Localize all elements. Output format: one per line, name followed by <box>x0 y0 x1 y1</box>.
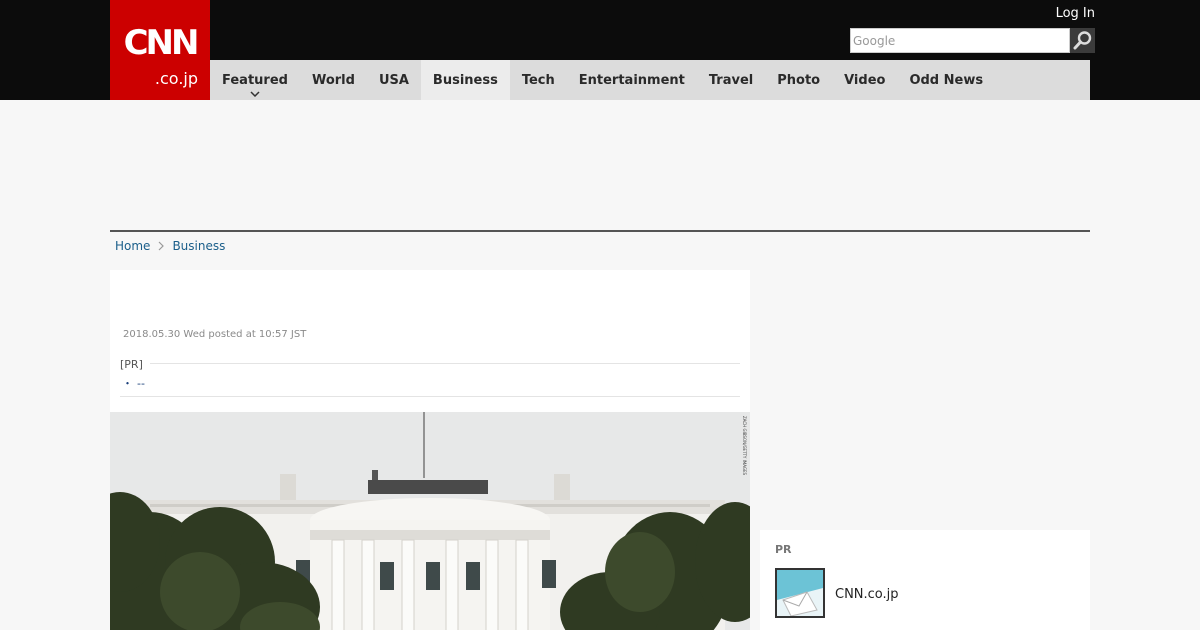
search-icon <box>1073 31 1092 50</box>
nav-item-odd-news[interactable]: Odd News <box>897 60 995 100</box>
nav-item-label: USA <box>378 72 409 88</box>
top-bar: CNN .co.jp Log In Featured World USA Bus… <box>0 0 1200 100</box>
photo-credit: ZACH GIBSON/GETTY IMAGES <box>742 416 747 476</box>
nav-item-world[interactable]: World <box>300 60 367 100</box>
nav-item-label: Featured <box>222 72 288 88</box>
nav-item-label: World <box>311 72 355 88</box>
chevron-right-icon <box>159 241 165 251</box>
pr-label: [PR] <box>120 358 143 371</box>
pr-item-name[interactable]: CNN.co.jp <box>835 587 899 602</box>
nav-item-usa[interactable]: USA <box>367 60 421 100</box>
login-link[interactable]: Log In <box>1056 6 1095 21</box>
sidebar-pr-title: PR <box>775 543 792 556</box>
nav-item-entertainment[interactable]: Entertainment <box>567 60 697 100</box>
section-divider <box>110 230 1090 232</box>
divider <box>150 363 740 364</box>
nav-item-business[interactable]: Business <box>420 60 510 100</box>
breadcrumb: Home Business <box>115 238 225 254</box>
nav-item-photo[interactable]: Photo <box>765 60 832 100</box>
chevron-down-icon <box>250 91 260 97</box>
nav-item-featured[interactable]: Featured <box>210 60 300 100</box>
nav-item-label: Tech <box>521 72 555 88</box>
nav-item-label: Odd News <box>909 72 984 88</box>
pr-link[interactable]: -- <box>137 377 145 390</box>
search-button[interactable] <box>1070 28 1095 53</box>
nav-item-video[interactable]: Video <box>832 60 897 100</box>
sidebar-pr-box: PR CNN.co.jp <box>760 530 1090 630</box>
ad-space <box>110 100 1090 230</box>
nav-item-tech[interactable]: Tech <box>510 60 567 100</box>
nav-item-label: Business <box>432 72 498 88</box>
main-nav: Featured World USA Business Tech Enterta… <box>210 60 1090 100</box>
nav-item-label: Entertainment <box>578 72 685 88</box>
logo-text: CNN <box>123 23 200 63</box>
search-input[interactable] <box>850 28 1070 53</box>
logo-subtext: .co.jp <box>154 69 198 88</box>
pr-thumbnail[interactable] <box>775 568 825 618</box>
posted-timestamp: 2018.05.30 Wed posted at 10:57 JST <box>123 329 307 340</box>
pr-list-item: ・ -- <box>122 375 145 391</box>
nav-item-label: Travel <box>708 72 754 88</box>
white-house-photo <box>110 412 750 630</box>
nav-item-label: Photo <box>777 72 821 88</box>
bullet: ・ <box>122 377 133 390</box>
article-photo: ZACH GIBSON/GETTY IMAGES <box>110 412 750 630</box>
article-card: 2018.05.30 Wed posted at 10:57 JST [PR] … <box>110 270 750 630</box>
divider <box>120 396 740 397</box>
cnn-logo[interactable]: CNN .co.jp <box>110 0 210 100</box>
breadcrumb-business[interactable]: Business <box>172 239 225 253</box>
breadcrumb-home[interactable]: Home <box>115 239 150 253</box>
nav-item-travel[interactable]: Travel <box>697 60 765 100</box>
envelope-icon <box>777 570 823 616</box>
nav-item-label: Video <box>844 72 886 88</box>
